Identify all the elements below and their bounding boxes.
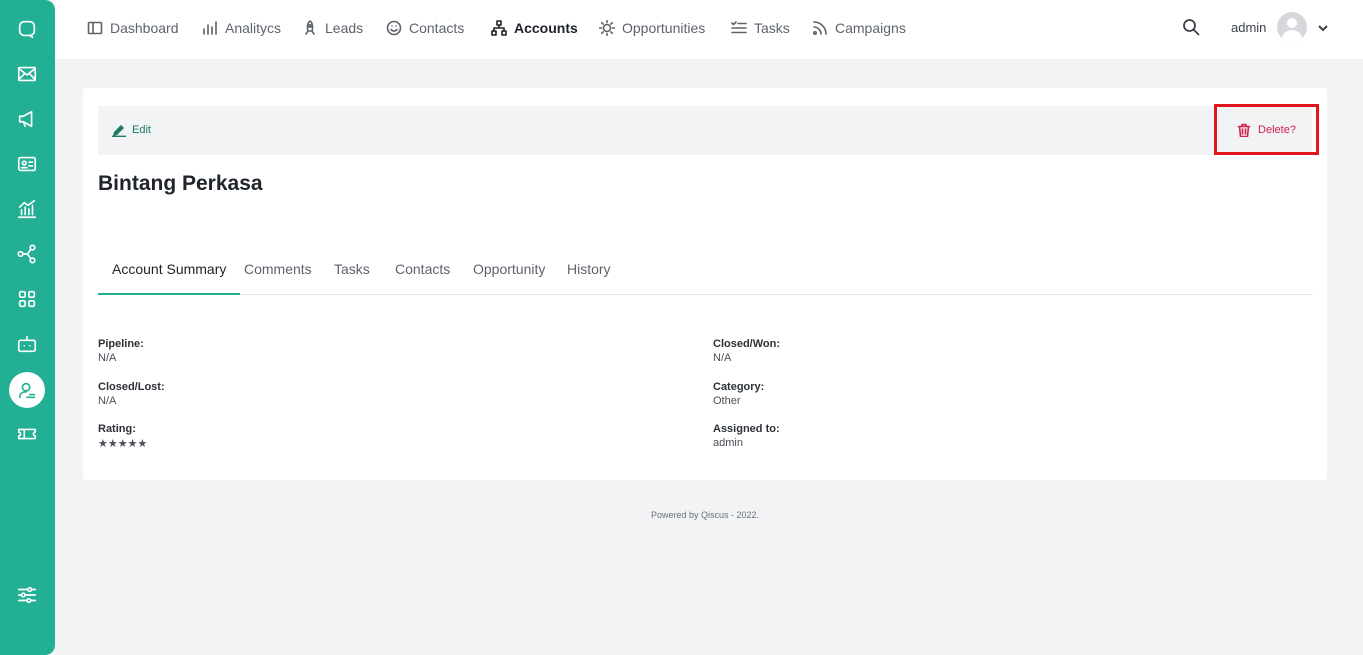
edit-button[interactable]: Edit	[112, 123, 151, 137]
account-user-icon[interactable]	[9, 372, 45, 408]
rss-icon	[812, 20, 827, 35]
page-title: Bintang Perkasa	[98, 172, 263, 195]
delete-label: Delete?	[1258, 123, 1296, 136]
analytics-icon[interactable]	[9, 191, 45, 227]
smile-icon	[386, 20, 402, 35]
nav-label: Analitycs	[225, 19, 282, 36]
nav-campaigns[interactable]: Campaigns	[812, 0, 906, 55]
chat-icon[interactable]	[9, 11, 45, 47]
field-value: N/A	[98, 395, 117, 407]
tab-opportunity[interactable]: Opportunity	[473, 248, 545, 295]
field-value: N/A	[98, 352, 117, 364]
apps-icon[interactable]	[9, 281, 45, 317]
nav-label: Tasks	[754, 19, 790, 36]
tab-history[interactable]: History	[567, 248, 611, 295]
field-label: Closed/Lost:	[98, 381, 165, 393]
sun-icon	[599, 19, 615, 36]
field-closed-won: Closed/Won: N/A	[713, 338, 780, 364]
field-label: Closed/Won:	[713, 338, 781, 350]
field-label: Pipeline:	[98, 338, 144, 350]
footer-text: Powered by Qiscus - 2022.	[650, 510, 760, 520]
search-icon	[1183, 19, 1200, 36]
ticket-icon[interactable]	[9, 416, 45, 452]
tasks-icon	[731, 20, 747, 33]
tab-comments[interactable]: Comments	[244, 248, 312, 295]
field-value: admin	[713, 437, 743, 449]
trash-icon	[1237, 123, 1251, 137]
field-closed-lost: Closed/Lost: N/A	[98, 381, 165, 407]
tab-tasks[interactable]: Tasks	[334, 248, 370, 295]
field-rating: Rating: ★★★★★	[98, 423, 147, 450]
field-label: Rating:	[98, 423, 136, 435]
nav-analytics[interactable]: Analitycs	[202, 0, 281, 55]
chevron-down-icon[interactable]	[1317, 21, 1329, 33]
top-nav: Dashboard Analitycs Leads Contacts Accou…	[55, 0, 1363, 59]
nav-accounts[interactable]: Accounts	[491, 0, 578, 55]
field-assigned-to: Assigned to: admin	[713, 423, 780, 449]
bot-icon[interactable]	[9, 326, 45, 362]
nav-label: Contacts	[409, 19, 465, 36]
tab-contacts[interactable]: Contacts	[395, 248, 450, 295]
pencil-icon	[112, 125, 126, 137]
account-card: Edit Delete? Bintang Perkasa Account Sum…	[83, 88, 1327, 480]
delete-button[interactable]: Delete?	[1214, 104, 1319, 155]
mail-icon[interactable]	[9, 56, 45, 92]
nav-label: Dashboard	[110, 19, 179, 36]
nav-leads[interactable]: Leads	[302, 0, 363, 55]
dashboard-icon	[87, 21, 103, 34]
field-value: N/A	[713, 352, 732, 364]
edit-label: Edit	[132, 124, 151, 136]
field-category: Category: Other	[713, 381, 764, 407]
sidebar	[0, 0, 55, 655]
tab-bar: Account Summary Comments Tasks Contacts …	[98, 248, 1313, 295]
nav-label: Accounts	[514, 19, 578, 36]
field-label: Assigned to:	[713, 423, 780, 435]
share-icon[interactable]	[9, 236, 45, 272]
bar-chart-icon	[203, 20, 217, 35]
nav-dashboard[interactable]: Dashboard	[87, 0, 179, 55]
field-pipeline: Pipeline: N/A	[98, 338, 144, 364]
nav-contacts[interactable]: Contacts	[386, 0, 464, 55]
field-value: Other	[713, 395, 741, 407]
rating-stars[interactable]: ★★★★★	[98, 437, 147, 450]
nav-tasks[interactable]: Tasks	[731, 0, 790, 55]
nav-label: Campaigns	[835, 19, 906, 36]
nav-label: Opportunities	[622, 19, 706, 36]
search-button[interactable]	[1182, 18, 1202, 38]
avatar[interactable]	[1277, 12, 1307, 42]
action-bar: Edit	[98, 106, 1312, 155]
user-name[interactable]: admin	[1231, 20, 1266, 35]
sitemap-icon	[491, 19, 507, 36]
tab-account-summary[interactable]: Account Summary	[98, 248, 241, 295]
field-label: Category:	[713, 381, 765, 393]
megaphone-icon[interactable]	[9, 101, 45, 137]
nav-label: Leads	[325, 19, 364, 36]
rocket-icon	[305, 19, 315, 35]
contact-card-icon[interactable]	[9, 146, 45, 182]
nav-opportunities[interactable]: Opportunities	[599, 0, 705, 55]
settings-sliders-icon[interactable]	[9, 577, 45, 613]
